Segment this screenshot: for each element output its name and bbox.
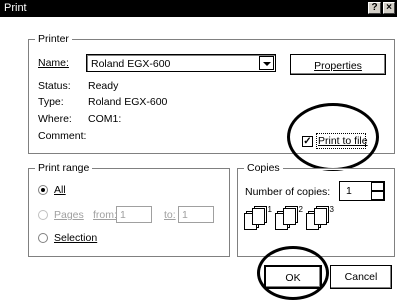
collate-page-number: 1 bbox=[267, 205, 272, 214]
name-label: Name: bbox=[38, 57, 69, 69]
from-page-value: 1 bbox=[120, 209, 126, 221]
window-title: Print bbox=[4, 2, 27, 14]
number-of-copies-label: Number of copies: bbox=[245, 186, 331, 198]
cancel-button[interactable]: Cancel bbox=[330, 265, 392, 289]
cancel-label: Cancel bbox=[344, 271, 378, 283]
collate-page: 3 bbox=[314, 205, 334, 225]
title-bar: Print ? × bbox=[0, 0, 397, 17]
copies-value: 1 bbox=[346, 185, 352, 197]
print-dialog: Print ? × Printer Name: Roland EGX-600 P… bbox=[0, 0, 397, 301]
where-label: Where: bbox=[38, 113, 72, 125]
print-range-group-label: Print range bbox=[35, 162, 93, 174]
all-label[interactable]: All bbox=[54, 184, 66, 196]
to-page-input[interactable]: 1 bbox=[178, 206, 214, 223]
close-icon[interactable]: × bbox=[383, 2, 395, 14]
printer-name-value: Roland EGX-600 bbox=[91, 58, 171, 70]
from-page-input[interactable]: 1 bbox=[116, 206, 152, 223]
spin-down-icon[interactable] bbox=[371, 191, 384, 200]
copies-spinner[interactable]: 1 bbox=[339, 181, 385, 201]
print-to-file-checkbox[interactable]: ✓ bbox=[302, 136, 313, 147]
type-value: Roland EGX-600 bbox=[88, 96, 168, 108]
help-icon[interactable]: ? bbox=[368, 2, 381, 14]
status-value: Ready bbox=[88, 80, 119, 92]
pages-label[interactable]: Pages bbox=[54, 209, 84, 221]
printer-group-label: Printer bbox=[35, 33, 72, 45]
properties-label: Properties bbox=[314, 60, 362, 72]
to-label: to: bbox=[164, 209, 176, 221]
print-to-file-label[interactable]: Print to file bbox=[318, 135, 368, 147]
spin-up-icon[interactable] bbox=[371, 182, 384, 191]
where-value: COM1: bbox=[88, 113, 122, 125]
selection-label[interactable]: Selection bbox=[54, 232, 97, 244]
status-label: Status: bbox=[38, 80, 71, 92]
type-label: Type: bbox=[38, 96, 64, 108]
selection-radio[interactable] bbox=[38, 233, 48, 243]
comment-label: Comment: bbox=[38, 130, 87, 142]
to-page-value: 1 bbox=[182, 209, 188, 221]
ok-label: OK bbox=[285, 272, 301, 284]
from-label: from: bbox=[93, 209, 117, 221]
collate-page: 1 bbox=[252, 205, 272, 225]
chevron-down-icon[interactable] bbox=[259, 56, 274, 70]
printer-name-select[interactable]: Roland EGX-600 bbox=[86, 54, 276, 72]
all-radio[interactable] bbox=[38, 185, 48, 195]
pages-radio[interactable] bbox=[38, 210, 48, 220]
copies-group-label: Copies bbox=[244, 162, 283, 174]
properties-button[interactable]: Properties bbox=[290, 54, 386, 75]
ok-button[interactable]: OK bbox=[264, 265, 322, 289]
collate-page-number: 2 bbox=[298, 205, 303, 214]
collate-page: 2 bbox=[283, 205, 303, 225]
collate-page-number: 3 bbox=[329, 205, 334, 214]
